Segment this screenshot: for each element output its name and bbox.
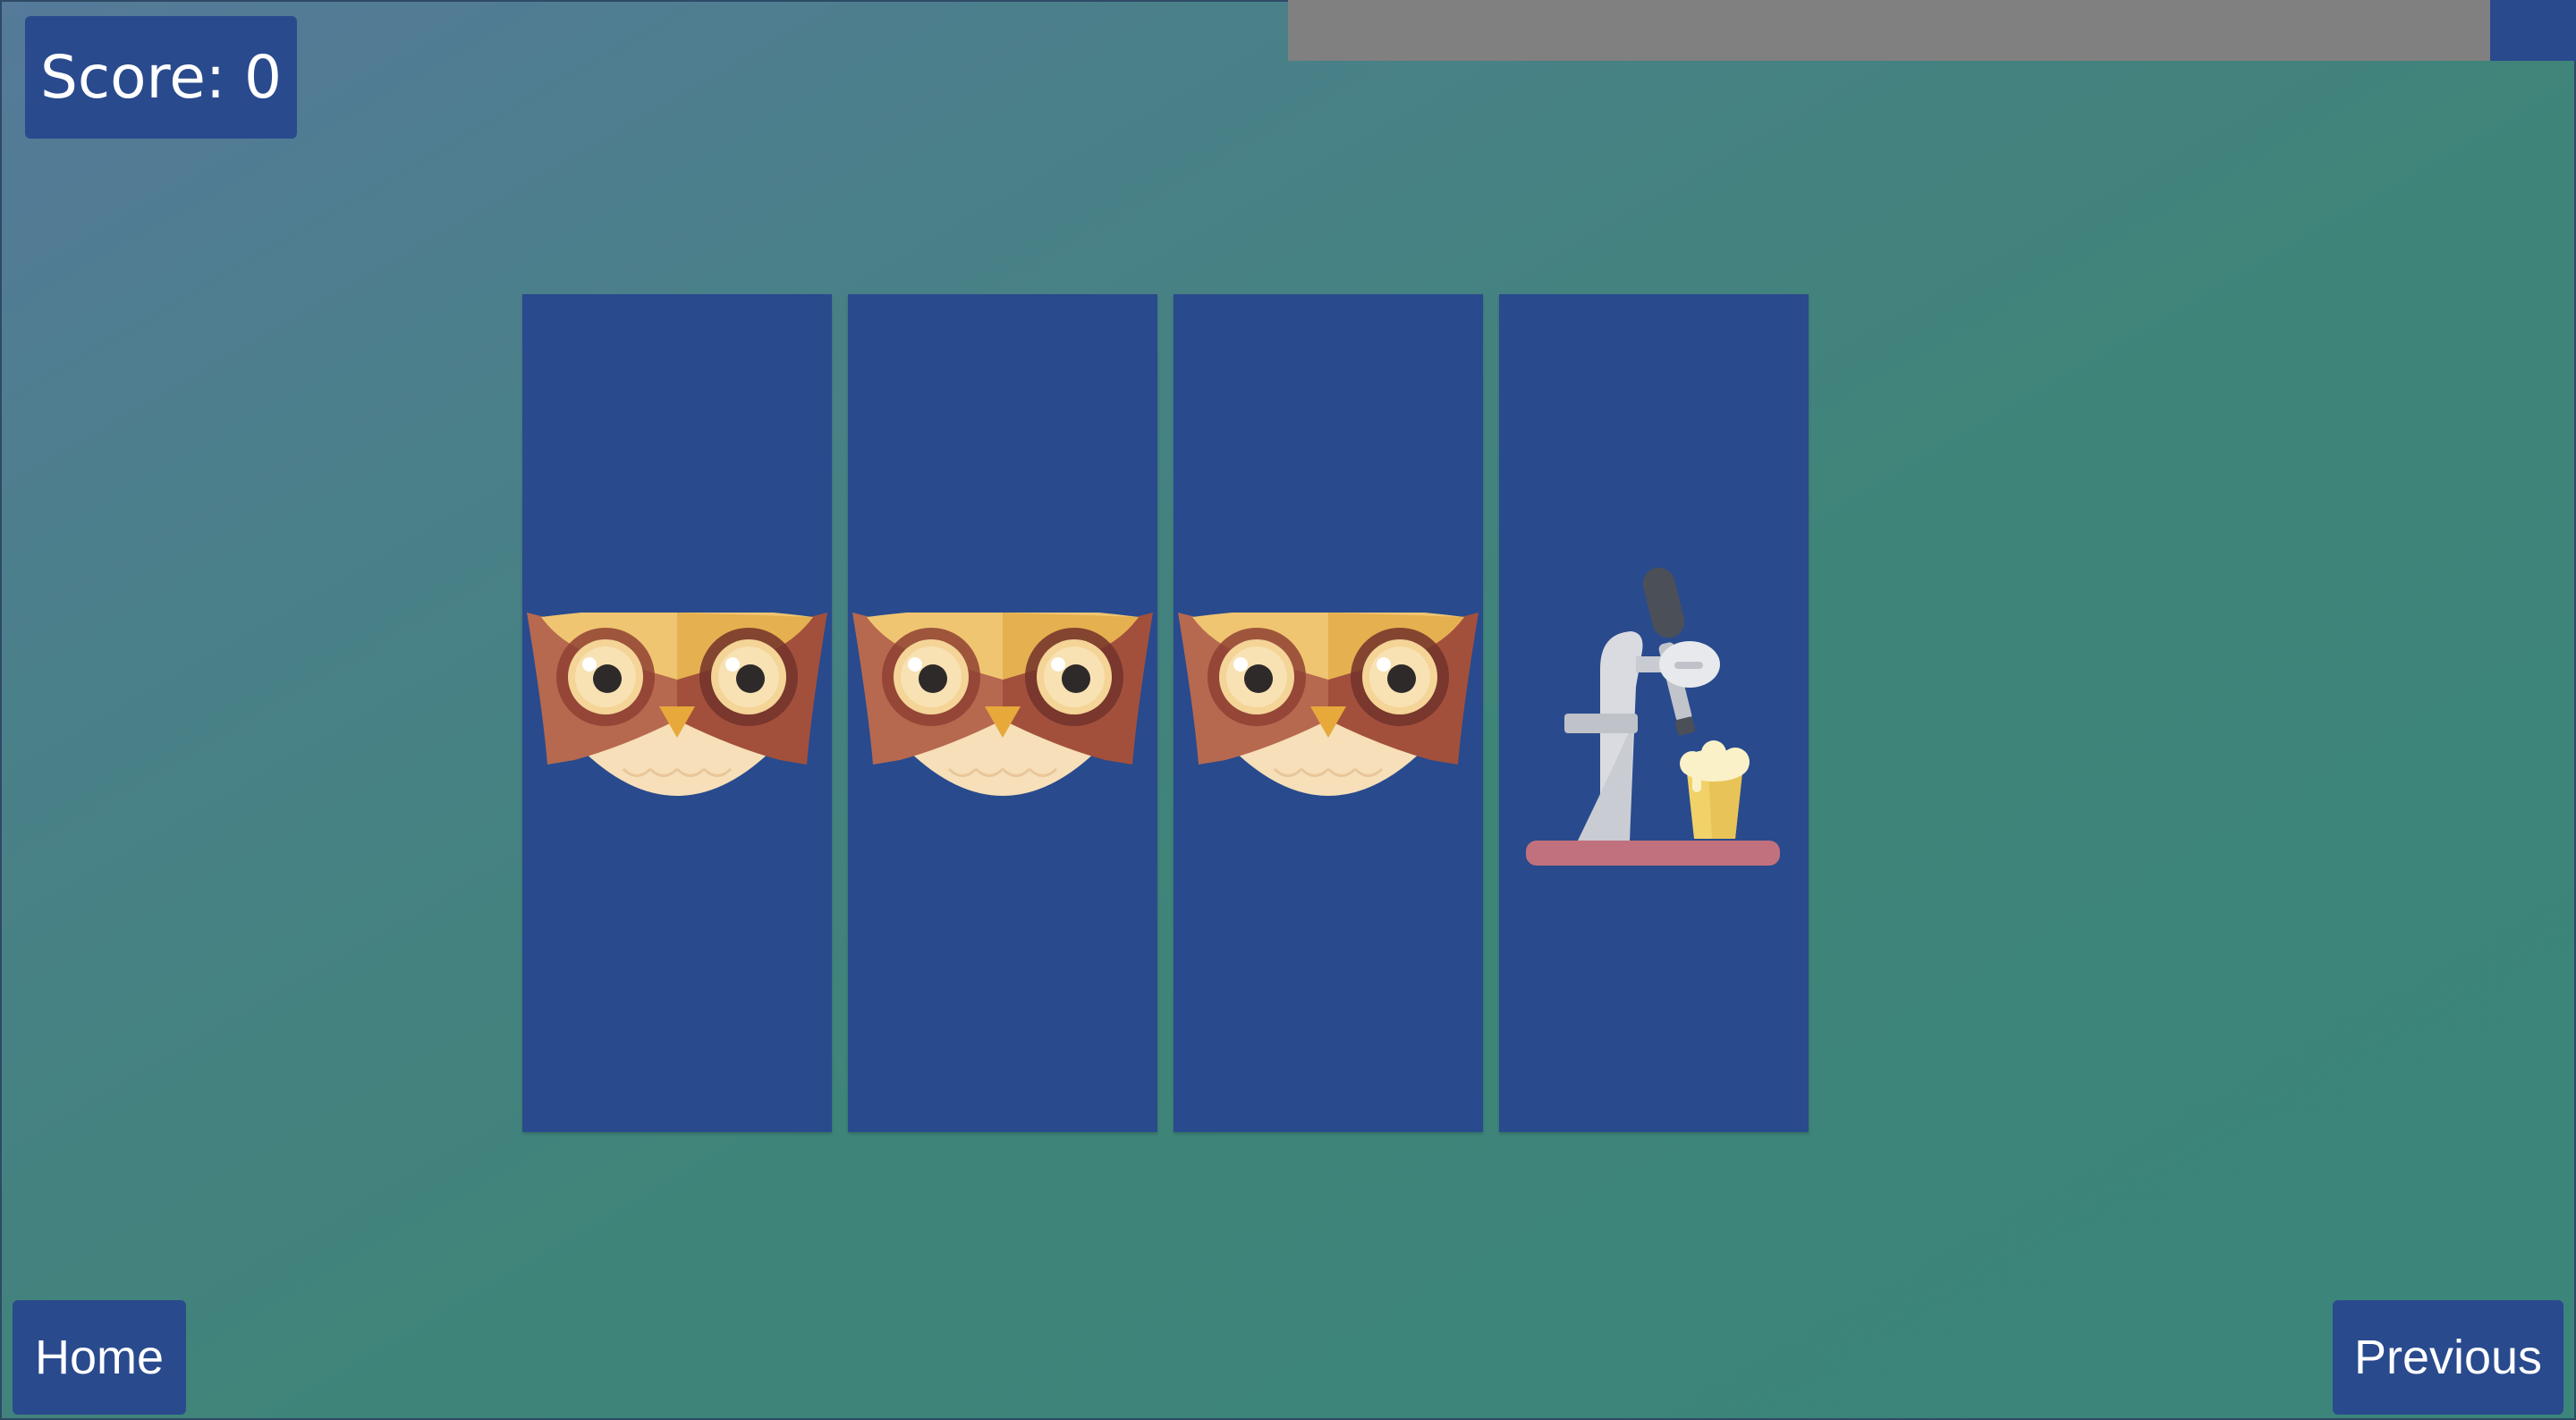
card-3[interactable] (1174, 294, 1483, 1132)
beer-tap-icon (1526, 567, 1780, 866)
card-2[interactable] (848, 294, 1157, 1132)
owl-icon (1178, 613, 1479, 796)
home-button[interactable]: Home (13, 1300, 186, 1415)
progress-bar (1288, 0, 2576, 61)
score-display: Score: 0 (25, 16, 297, 139)
card-4[interactable] (1499, 294, 1809, 1132)
score-text: Score: 0 (39, 43, 283, 112)
previous-button[interactable]: Previous (2333, 1300, 2563, 1415)
owl-icon (527, 613, 827, 796)
progress-fill (2489, 0, 2576, 61)
card-row (522, 294, 1809, 1132)
owl-icon (852, 613, 1153, 796)
card-1[interactable] (522, 294, 832, 1132)
